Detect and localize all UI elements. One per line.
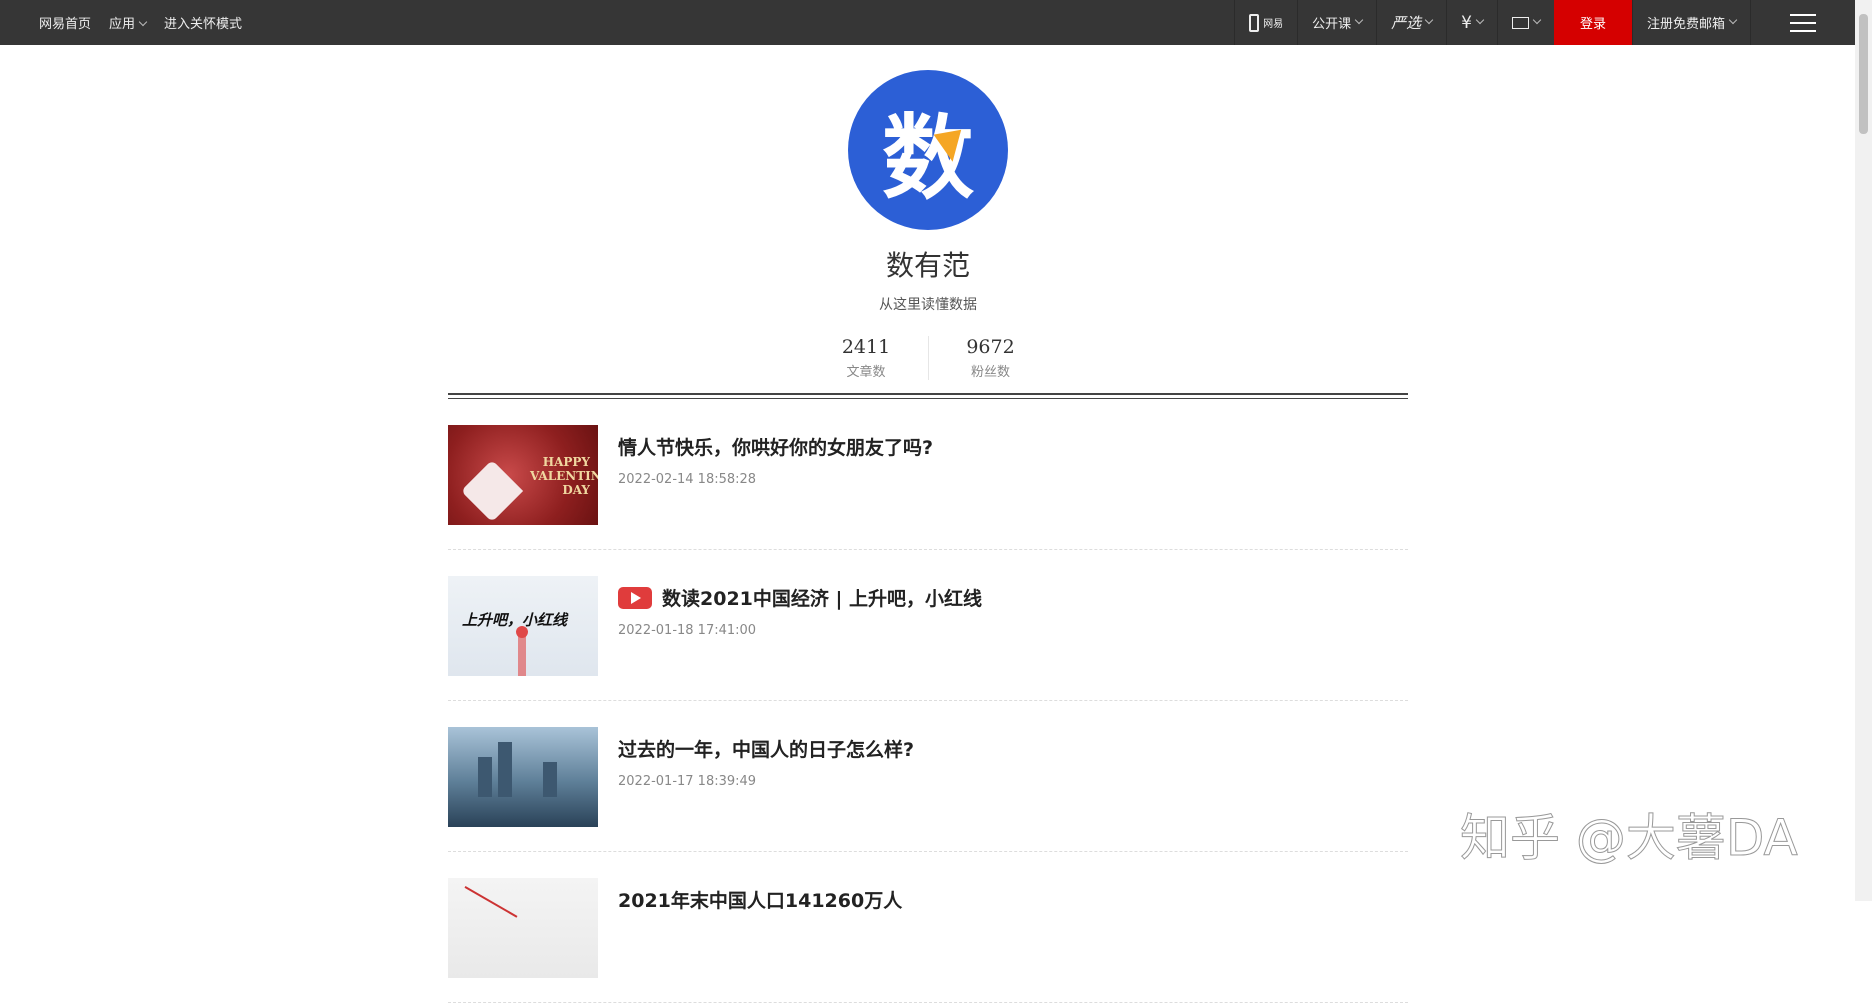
stat-fans: 9672 粉丝数	[928, 336, 1052, 380]
stat-articles-label: 文章数	[846, 365, 886, 380]
article-title[interactable]: 情人节快乐，你哄好你的女朋友了吗?	[618, 433, 933, 460]
heart-icon	[460, 459, 524, 523]
main-menu-button[interactable]	[1750, 0, 1855, 45]
chevron-down-icon	[138, 17, 148, 27]
topbar-left-links: 网易首页 应用 进入关怀模式	[39, 0, 242, 45]
profile-header: 数 数有范 从这里读懂数据 2411 文章数 9672 粉丝数	[448, 45, 1408, 380]
yanxuan-menu[interactable]: 严选	[1376, 0, 1446, 45]
article-date: 2022-01-17 18:39:49	[618, 774, 757, 789]
register-mail-label: 注册免费邮箱	[1646, 17, 1725, 32]
yanxuan-label: 严选	[1391, 14, 1422, 32]
care-mode-link[interactable]: 进入关怀模式	[164, 13, 242, 32]
topbar-right-links: 网易 公开课 严选 ¥ 登录 注册免费邮箱	[1234, 0, 1855, 45]
article-thumbnail[interactable]: 上升吧，小红线	[448, 576, 598, 676]
avatar-glyph: 数	[881, 104, 974, 212]
watermark: 知乎 @大薯DA	[1460, 809, 1799, 868]
phone-icon	[1249, 13, 1260, 32]
article-meta: 数读2021中国经济 | 上升吧，小红线 2022-01-18 17:41:00	[598, 576, 982, 638]
register-mail-menu[interactable]: 注册免费邮箱	[1631, 0, 1750, 45]
thumbnail-text: 上升吧，小红线	[462, 611, 568, 629]
open-course-menu[interactable]: 公开课	[1297, 0, 1376, 45]
article-meta: 2021年末中国人口141260万人	[598, 878, 902, 925]
avatar: 数	[848, 70, 1008, 230]
page-scrollbar[interactable]	[1855, 0, 1872, 901]
city-tower-shape	[543, 762, 557, 797]
stat-articles-number: 2411	[841, 336, 891, 358]
chevron-down-icon	[1532, 15, 1542, 24]
stat-articles: 2411 文章数	[804, 336, 928, 380]
article-date: 2022-01-18 17:41:00	[618, 623, 757, 638]
article-thumbnail[interactable]: HAPPY VALENTINE'S DAY	[448, 425, 598, 525]
list-item[interactable]: HAPPY VALENTINE'S DAY 情人节快乐，你哄好你的女朋友了吗? …	[448, 399, 1408, 550]
red-dot-marker	[516, 626, 528, 638]
avatar-accent-shape	[933, 129, 967, 165]
article-date: 2022-02-14 18:58:28	[618, 472, 757, 487]
article-title-text: 情人节快乐，你哄好你的女朋友了吗?	[618, 437, 934, 459]
list-item[interactable]: 上升吧，小红线 数读2021中国经济 | 上升吧，小红线 2022-01-18 …	[448, 550, 1408, 701]
article-meta: 过去的一年，中国人的日子怎么样? 2022-01-17 18:39:49	[598, 727, 914, 789]
article-list: HAPPY VALENTINE'S DAY 情人节快乐，你哄好你的女朋友了吗? …	[448, 399, 1408, 1003]
hamburger-icon	[1790, 13, 1816, 32]
open-course-label: 公开课	[1312, 17, 1352, 32]
yuan-icon: ¥	[1461, 12, 1472, 33]
list-item[interactable]: 过去的一年，中国人的日子怎么样? 2022-01-17 18:39:49	[448, 701, 1408, 852]
article-title-text: 2021年末中国人口141260万人	[618, 890, 903, 912]
article-title-text: 过去的一年，中国人的日子怎么样?	[618, 739, 915, 761]
stat-fans-number: 9672	[966, 336, 1015, 358]
chevron-down-icon	[1475, 15, 1485, 24]
chevron-down-icon	[1354, 15, 1364, 24]
top-navigation-bar: 网易首页 应用 进入关怀模式 网易 公开课 严选 ¥ 登录 注册免费邮箱	[0, 0, 1855, 45]
article-title[interactable]: 过去的一年，中国人的日子怎么样?	[618, 735, 914, 762]
video-play-icon	[618, 586, 652, 609]
article-thumbnail[interactable]	[448, 878, 598, 978]
list-item[interactable]: 2021年末中国人口141260万人	[448, 852, 1408, 1003]
article-title[interactable]: 2021年末中国人口141260万人	[618, 886, 902, 913]
chevron-down-icon	[1424, 15, 1434, 24]
chevron-down-icon	[1728, 15, 1738, 24]
article-meta: 情人节快乐，你哄好你的女朋友了吗? 2022-02-14 18:58:28	[598, 425, 933, 487]
apps-menu-label: 应用	[109, 17, 136, 32]
city-tower-shape	[498, 742, 512, 797]
mail-icon	[1511, 16, 1529, 29]
profile-description: 从这里读懂数据	[879, 297, 977, 313]
city-tower-shape	[478, 757, 492, 797]
home-link[interactable]: 网易首页	[39, 13, 91, 32]
stat-fans-label: 粉丝数	[970, 365, 1010, 380]
mail-menu[interactable]	[1496, 0, 1554, 45]
article-title-text: 数读2021中国经济 | 上升吧，小红线	[662, 588, 983, 610]
thumbnail-text: HAPPY VALENTINE'S DAY	[530, 455, 598, 497]
scrollbar-thumb[interactable]	[1859, 14, 1868, 134]
article-thumbnail[interactable]	[448, 727, 598, 827]
login-button[interactable]: 登录	[1553, 0, 1632, 45]
lottery-menu[interactable]: ¥	[1446, 0, 1497, 45]
profile-name: 数有范	[885, 249, 970, 282]
mobile-app-link[interactable]: 网易	[1234, 0, 1297, 45]
article-title[interactable]: 数读2021中国经济 | 上升吧，小红线	[618, 584, 982, 611]
profile-stats: 2411 文章数 9672 粉丝数	[448, 336, 1408, 380]
apps-menu[interactable]: 应用	[109, 13, 148, 32]
phone-label: 网易	[1263, 19, 1284, 30]
chart-line-shape	[450, 886, 518, 942]
